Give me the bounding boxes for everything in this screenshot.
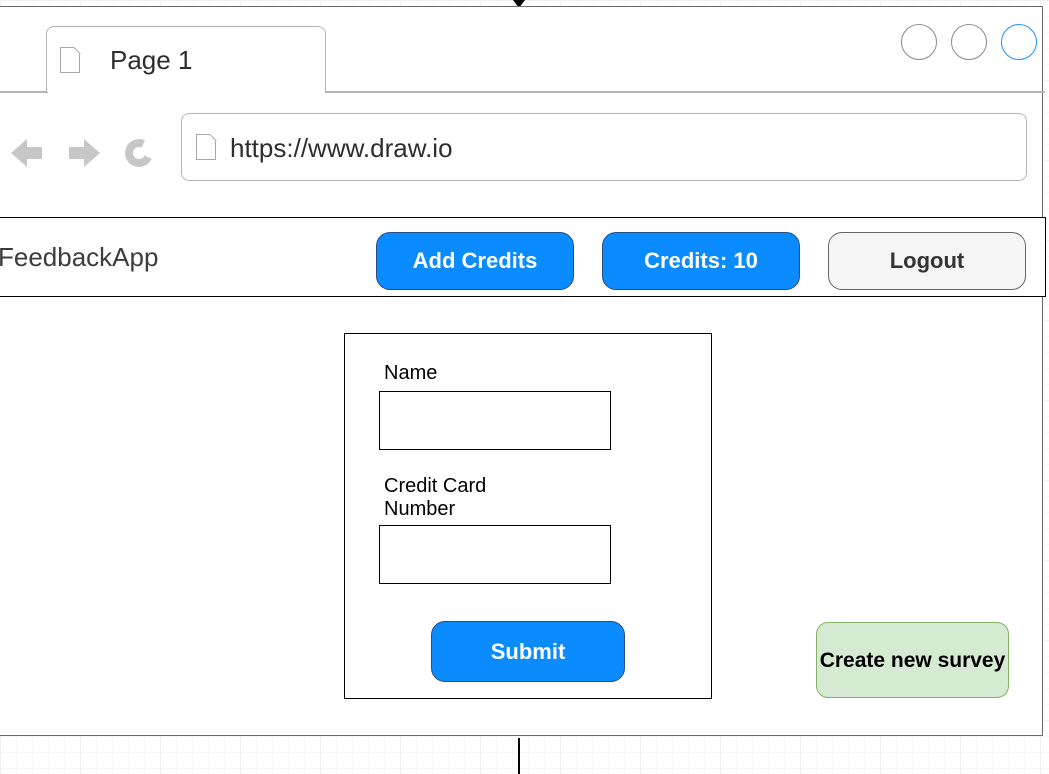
submit-button[interactable]: Submit [431,621,625,682]
window-control-button-active[interactable] [1001,24,1037,60]
connector-line-bottom [518,738,520,774]
page-icon [60,46,81,73]
address-url: https://www.draw.io [230,133,453,163]
tab-label: Page 1 [110,45,193,75]
window-control-button[interactable] [901,24,937,60]
credit-card-label: Credit Card Number [384,475,487,520]
app-header: FeedbackApp Add Credits Credits: 10 Logo… [0,217,1046,297]
window-control-button[interactable] [951,24,987,60]
address-bar[interactable]: https://www.draw.io [181,113,1027,181]
brand-name: FeedbackApp [0,242,159,272]
add-credits-button[interactable]: Add Credits [376,232,574,290]
page-icon [196,133,217,160]
name-field[interactable] [379,391,611,450]
payment-form: Name Credit Card Number Submit [344,333,712,699]
tab-strip-divider [0,91,48,93]
name-label: Name [384,362,438,384]
credits-button[interactable]: Credits: 10 [602,232,800,290]
browser-tab[interactable]: Page 1 [46,26,326,92]
logout-button[interactable]: Logout [828,232,1026,290]
credit-card-field[interactable] [379,525,611,584]
tab-strip-divider [325,91,1045,93]
window-controls [899,24,1039,64]
create-new-survey-button[interactable]: Create new survey [816,622,1009,698]
navigation-controls [5,133,175,173]
